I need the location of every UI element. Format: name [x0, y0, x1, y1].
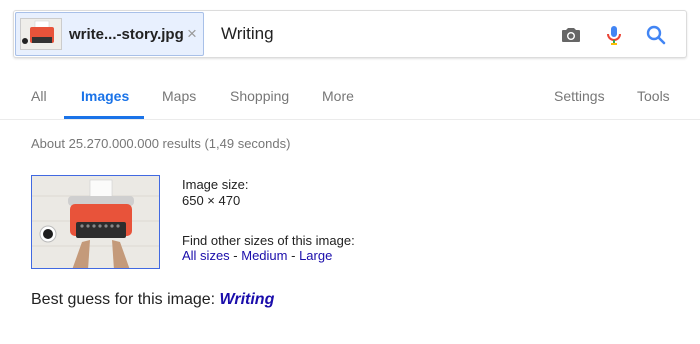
image-chip-label: write...-story.jpg	[69, 26, 184, 43]
separator: -	[229, 248, 242, 263]
search-input[interactable]	[221, 24, 521, 44]
size-links: All sizes - Medium - Large	[182, 248, 332, 263]
find-other-sizes-label: Find other sizes of this image:	[182, 233, 355, 248]
tab-settings[interactable]: Settings	[554, 88, 605, 104]
large-size-link[interactable]: Large	[299, 248, 332, 263]
camera-icon[interactable]	[559, 23, 583, 47]
image-chip[interactable]: write...-story.jpg ×	[15, 12, 204, 56]
mic-icon[interactable]	[602, 23, 626, 47]
best-guess-label: Best guess for this image:	[31, 291, 216, 308]
tab-all[interactable]: All	[31, 88, 47, 104]
tab-bar: All Images Maps Shopping More Settings T…	[0, 77, 700, 120]
image-size-label: Image size:	[182, 177, 249, 192]
tab-tools[interactable]: Tools	[637, 88, 670, 104]
tab-maps[interactable]: Maps	[162, 88, 196, 104]
image-size-value: 650 × 470	[182, 193, 241, 208]
results-count: About 25.270.000.000 results (1,49 secon…	[31, 136, 291, 151]
all-sizes-link[interactable]: All sizes	[182, 248, 230, 263]
active-tab-indicator	[64, 116, 144, 119]
close-icon[interactable]: ×	[184, 25, 200, 43]
search-box[interactable]: write...-story.jpg ×	[13, 10, 687, 58]
tab-shopping[interactable]: Shopping	[230, 88, 289, 104]
medium-size-link[interactable]: Medium	[241, 248, 287, 263]
tab-more[interactable]: More	[322, 88, 354, 104]
search-icon[interactable]	[644, 23, 668, 47]
best-guess: Best guess for this image: Writing	[31, 291, 274, 309]
separator: -	[287, 248, 300, 263]
image-preview[interactable]	[31, 175, 160, 269]
image-chip-thumbnail	[20, 18, 62, 50]
best-guess-link[interactable]: Writing	[220, 291, 275, 308]
tab-images[interactable]: Images	[81, 88, 129, 104]
